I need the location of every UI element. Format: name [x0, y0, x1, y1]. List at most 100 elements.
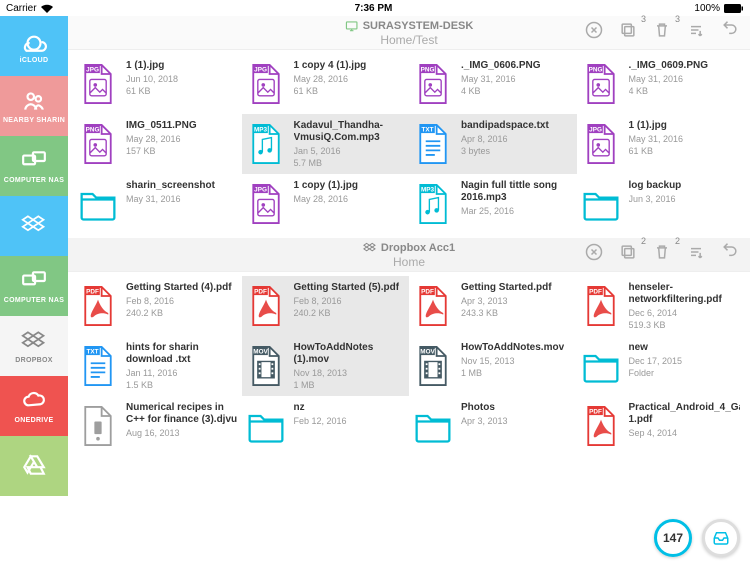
file-item[interactable]: JPG1 (1).jpgMay 31, 201661 KB — [577, 114, 745, 174]
file-date: Mar 25, 2016 — [461, 206, 573, 216]
sidebar-item-2[interactable]: COMPUTER NAS — [0, 136, 68, 196]
file-size: 61 KB — [629, 146, 684, 156]
svg-text:JPG: JPG — [254, 66, 267, 73]
file-item[interactable]: JPG1 (1).jpgJun 10, 201861 KB — [74, 54, 242, 114]
copy-btn[interactable]: 3 — [618, 20, 638, 45]
sidebar-item-1[interactable]: NEARBY SHARIN — [0, 76, 68, 136]
file-grid-1: PDFGetting Started (4).pdfFeb 8, 2016240… — [68, 272, 750, 460]
battery-icon — [724, 4, 744, 13]
file-date: Apr 3, 2013 — [461, 416, 508, 426]
svg-text:MP3: MP3 — [254, 126, 268, 133]
file-type-icon: PNG — [581, 60, 621, 108]
file-item[interactable]: MOVHowToAddNotes (1).movNov 18, 20131 MB — [242, 336, 410, 396]
file-item[interactable]: nzFeb 12, 2016 — [242, 396, 410, 456]
file-type-icon — [581, 180, 621, 228]
svg-text:JPG: JPG — [589, 126, 602, 133]
file-date: Jun 3, 2016 — [629, 194, 682, 204]
trash-btn[interactable]: 3 — [652, 20, 672, 45]
file-item[interactable]: newDec 17, 2015Folder — [577, 336, 745, 396]
file-item[interactable]: log backup Jun 3, 2016 — [577, 174, 745, 234]
file-name: hints for sharin download .txt — [126, 342, 238, 366]
file-size: 240.2 KB — [294, 308, 400, 318]
file-item[interactable]: PNG._IMG_0606.PNGMay 31, 20164 KB — [409, 54, 577, 114]
svg-text:PNG: PNG — [421, 66, 435, 73]
file-item[interactable]: TXThints for sharin download .txtJan 11,… — [74, 336, 242, 396]
svg-text:JPG: JPG — [86, 66, 99, 73]
file-date: Aug 16, 2013 — [126, 428, 238, 438]
wifi-icon — [41, 4, 53, 13]
file-type-icon: TXT — [78, 342, 118, 390]
sort-btn[interactable] — [686, 20, 706, 45]
svg-text:MOV: MOV — [420, 348, 435, 355]
file-grid-0: JPG1 (1).jpgJun 10, 201861 KBJPG1 copy 4… — [68, 50, 750, 238]
file-item[interactable]: PNGIMG_0511.PNGMay 28, 2016157 KB — [74, 114, 242, 174]
file-item[interactable]: PDFhenseler-networkfiltering.pdfDec 6, 2… — [577, 276, 745, 336]
file-item[interactable]: MP3Kadavul_Thandha-VmusiQ.Com.mp3Jan 5, … — [242, 114, 410, 174]
file-date: Feb 8, 2016 — [294, 296, 400, 306]
main: SURASYSTEM-DESKHome/Test33JPG1 (1).jpgJu… — [68, 16, 750, 563]
clock: 7:36 PM — [355, 3, 393, 14]
sidebar-item-7[interactable] — [0, 436, 68, 496]
file-name: Getting Started (5).pdf — [294, 282, 400, 294]
undo-btn[interactable] — [720, 20, 740, 45]
undo-btn[interactable] — [720, 242, 740, 267]
svg-text:PDF: PDF — [421, 288, 434, 295]
sidebar-item-0[interactable]: iCLOUD — [0, 16, 68, 76]
file-name: 1 copy (1).jpg — [294, 180, 358, 192]
sidebar-item-5[interactable]: DROPBOX — [0, 316, 68, 376]
file-name: log backup — [629, 180, 682, 192]
sort-btn[interactable] — [686, 242, 706, 267]
file-size: 5.7 MB — [294, 158, 406, 168]
fab-count[interactable]: 147 — [654, 519, 692, 557]
file-name: HowToAddNotes.mov — [461, 342, 564, 354]
file-size: 243.3 KB — [461, 308, 552, 318]
file-item[interactable]: MOVHowToAddNotes.movNov 15, 20131 MB — [409, 336, 577, 396]
fab-inbox[interactable] — [702, 519, 740, 557]
file-type-icon: PDF — [78, 282, 118, 330]
file-date: May 28, 2016 — [294, 74, 367, 84]
file-name: nz — [294, 402, 347, 414]
file-item[interactable]: Numerical recipes in C++ for finance (3)… — [74, 396, 242, 456]
sidebar-item-3[interactable] — [0, 196, 68, 256]
sidebar-item-6[interactable]: ONEDRIVE — [0, 376, 68, 436]
file-type-icon: JPG — [246, 60, 286, 108]
close-btn[interactable] — [584, 242, 604, 267]
trash-btn[interactable]: 2 — [652, 242, 672, 267]
file-date: May 31, 2016 — [461, 74, 540, 84]
file-size: 157 KB — [126, 146, 197, 156]
file-item[interactable]: PNG._IMG_0609.PNGMay 31, 20164 KB — [577, 54, 745, 114]
file-item[interactable]: PDF Practical_Android_4_Games_Development… — [577, 396, 745, 456]
file-type-icon — [246, 402, 286, 450]
copy-btn[interactable]: 2 — [618, 242, 638, 267]
file-type-icon: MOV — [246, 342, 286, 390]
file-size: 61 KB — [294, 86, 367, 96]
sidebar-item-4[interactable]: COMPUTER NAS — [0, 256, 68, 316]
file-item[interactable]: JPG1 copy 4 (1).jpgMay 28, 201661 KB — [242, 54, 410, 114]
close-btn[interactable] — [584, 20, 604, 45]
file-name: ._IMG_0609.PNG — [629, 60, 708, 72]
file-date: Apr 8, 2016 — [461, 134, 549, 144]
svg-text:PDF: PDF — [589, 408, 602, 415]
file-date: Feb 8, 2016 — [126, 296, 232, 306]
file-type-icon: PDF — [581, 402, 621, 450]
file-type-icon — [581, 342, 621, 390]
file-name: Kadavul_Thandha-VmusiQ.Com.mp3 — [294, 120, 406, 144]
file-item[interactable]: TXTbandipadspace.txtApr 8, 20163 bytes — [409, 114, 577, 174]
file-name: Photos — [461, 402, 508, 414]
file-item[interactable]: sharin_screenshotMay 31, 2016 — [74, 174, 242, 234]
file-item[interactable]: Photos Apr 3, 2013 — [409, 396, 577, 456]
file-name: IMG_0511.PNG — [126, 120, 197, 132]
fab-area: 147 — [654, 519, 740, 557]
file-type-icon — [413, 402, 453, 450]
file-item[interactable]: PDFGetting Started (4).pdfFeb 8, 2016240… — [74, 276, 242, 336]
file-type-icon: TXT — [413, 120, 453, 168]
file-item[interactable]: MP3Nagin full tittle song 2016.mp3Mar 25… — [409, 174, 577, 234]
file-item[interactable]: PDFGetting Started (5).pdfFeb 8, 2016240… — [242, 276, 410, 336]
svg-text:JPG: JPG — [254, 186, 267, 193]
svg-text:MP3: MP3 — [421, 186, 435, 193]
file-item[interactable]: JPG1 copy (1).jpgMay 28, 2016 — [242, 174, 410, 234]
file-item[interactable]: PDFGetting Started.pdfApr 3, 2013243.3 K… — [409, 276, 577, 336]
file-name: Practical_Android_4_Games_Development 1.… — [629, 402, 741, 426]
file-date: Jun 10, 2018 — [126, 74, 178, 84]
file-name: Numerical recipes in C++ for finance (3)… — [126, 402, 238, 426]
